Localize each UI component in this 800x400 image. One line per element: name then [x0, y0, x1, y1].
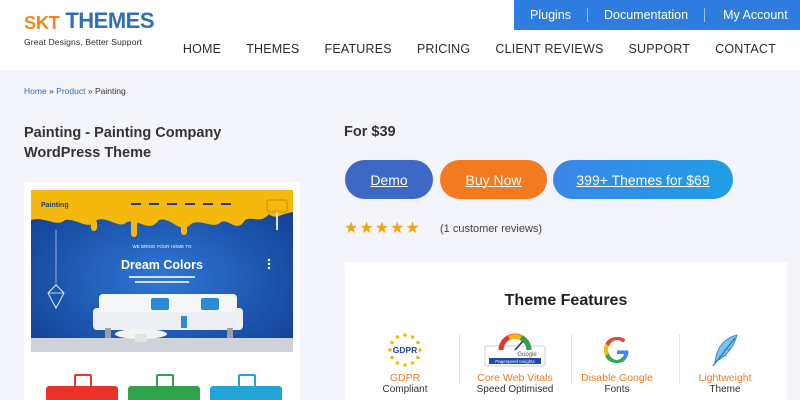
- theme-features-card: Theme Features GDPR GDPR Compliant Pages…: [345, 262, 787, 400]
- my-account-link[interactable]: My Account: [723, 8, 788, 22]
- top-utility-bar: Plugins Documentation My Account: [514, 0, 800, 30]
- star-rating: ★ ★ ★ ★ ★: [344, 220, 420, 238]
- nav-home[interactable]: HOME: [183, 42, 221, 58]
- star-icon: ★: [359, 220, 374, 237]
- svg-text:GDPR: GDPR: [393, 345, 418, 355]
- svg-text:K: K: [36, 12, 50, 33]
- star-icon: ★: [390, 220, 405, 237]
- feature-label: Core Web Vitals: [477, 372, 553, 384]
- documentation-link[interactable]: Documentation: [604, 8, 688, 22]
- pagespeed-gauge-icon: Pagespeed Insights Google: [483, 332, 547, 368]
- feature-disable-google-fonts: Disable Google Fonts: [567, 332, 667, 395]
- customer-reviews-link[interactable]: (1 customer reviews): [440, 223, 542, 235]
- google-icon: [597, 332, 637, 368]
- breadcrumb: Home » Product » Painting: [24, 86, 126, 96]
- nav-themes[interactable]: THEMES: [246, 42, 299, 58]
- theme-preview-card: Painting WE BRING YOUR HOME TO Dream Col…: [24, 182, 300, 400]
- feature-sublabel: Theme: [709, 384, 741, 395]
- preview-tagline: WE BRING YOUR HOME TO: [132, 244, 192, 249]
- category-ribbon-red: [46, 374, 118, 400]
- house-icon: [74, 374, 92, 388]
- logo-themes-text: THEMES: [65, 8, 154, 33]
- demo-button[interactable]: Demo: [345, 160, 433, 199]
- topbar-divider: [587, 8, 588, 22]
- theme-screenshot[interactable]: Painting WE BRING YOUR HOME TO Dream Col…: [31, 190, 293, 352]
- product-title: Painting - Painting Company WordPress Th…: [24, 125, 222, 161]
- feature-sublabel: Speed Optimised: [476, 384, 554, 395]
- feature-sublabel: Compliant: [382, 384, 428, 395]
- feature-label: GDPR: [389, 372, 421, 384]
- feature-label: Lightweight: [698, 372, 752, 384]
- nav-contact[interactable]: CONTACT: [715, 42, 776, 58]
- themes-bundle-button[interactable]: 399+ Themes for $69: [553, 160, 733, 199]
- office-icon: [238, 374, 256, 388]
- breadcrumb-product[interactable]: Product: [56, 86, 85, 96]
- site-header: S K T THEMES Great Designs, Better Suppo…: [0, 0, 800, 70]
- feature-sublabel: Fonts: [604, 384, 630, 395]
- feature-core-web-vitals: Pagespeed Insights Google Core Web Vital…: [465, 332, 565, 395]
- building-icon: [156, 374, 174, 388]
- preview-headline: Dream Colors: [121, 258, 203, 272]
- feature-lightweight: Lightweight Theme: [675, 332, 775, 395]
- nav-pricing[interactable]: PRICING: [417, 42, 471, 58]
- star-icon: ★: [374, 220, 390, 237]
- skt-logo-mark: S K T: [24, 12, 60, 33]
- feather-icon: [705, 332, 745, 368]
- logo-wordmark: S K T THEMES: [24, 8, 154, 34]
- category-ribbon-blue: [210, 374, 282, 400]
- product-page: Home » Product » Painting Painting - Pai…: [0, 70, 800, 400]
- theme-screenshot-art: Painting WE BRING YOUR HOME TO Dream Col…: [31, 190, 293, 352]
- preview-brand: Painting: [41, 202, 69, 209]
- svg-text:Pagespeed Insights: Pagespeed Insights: [495, 359, 535, 364]
- topbar-divider: [704, 8, 706, 22]
- feature-divider: [459, 334, 460, 384]
- feature-label: Disable Google: [581, 372, 653, 384]
- product-price: For $39: [344, 124, 396, 140]
- main-navigation: HOME THEMES FEATURES PRICING CLIENT REVI…: [183, 42, 776, 58]
- features-title: Theme Features: [504, 292, 628, 309]
- star-icon: ★: [344, 220, 359, 237]
- nav-client-reviews[interactable]: CLIENT REVIEWS: [495, 42, 603, 58]
- svg-text:T: T: [49, 12, 60, 33]
- category-ribbon-green: [128, 374, 200, 400]
- nav-features[interactable]: FEATURES: [324, 42, 391, 58]
- svg-text:Google: Google: [517, 352, 537, 358]
- site-logo[interactable]: S K T THEMES Great Designs, Better Suppo…: [24, 8, 154, 52]
- breadcrumb-home[interactable]: Home: [24, 86, 47, 96]
- buy-now-button[interactable]: Buy Now: [440, 160, 547, 199]
- breadcrumb-separator: »: [87, 86, 93, 96]
- breadcrumb-current: Painting: [94, 86, 126, 96]
- logo-tagline: Great Designs, Better Support: [24, 37, 143, 47]
- feature-gdpr: GDPR GDPR Compliant: [355, 332, 455, 395]
- star-icon: ★: [405, 220, 420, 237]
- nav-support[interactable]: SUPPORT: [629, 42, 691, 58]
- breadcrumb-separator: »: [49, 86, 54, 96]
- gdpr-icon: GDPR: [385, 332, 425, 368]
- category-ribbons: [46, 368, 286, 400]
- plugins-link[interactable]: Plugins: [530, 8, 571, 22]
- svg-text:S: S: [24, 12, 36, 33]
